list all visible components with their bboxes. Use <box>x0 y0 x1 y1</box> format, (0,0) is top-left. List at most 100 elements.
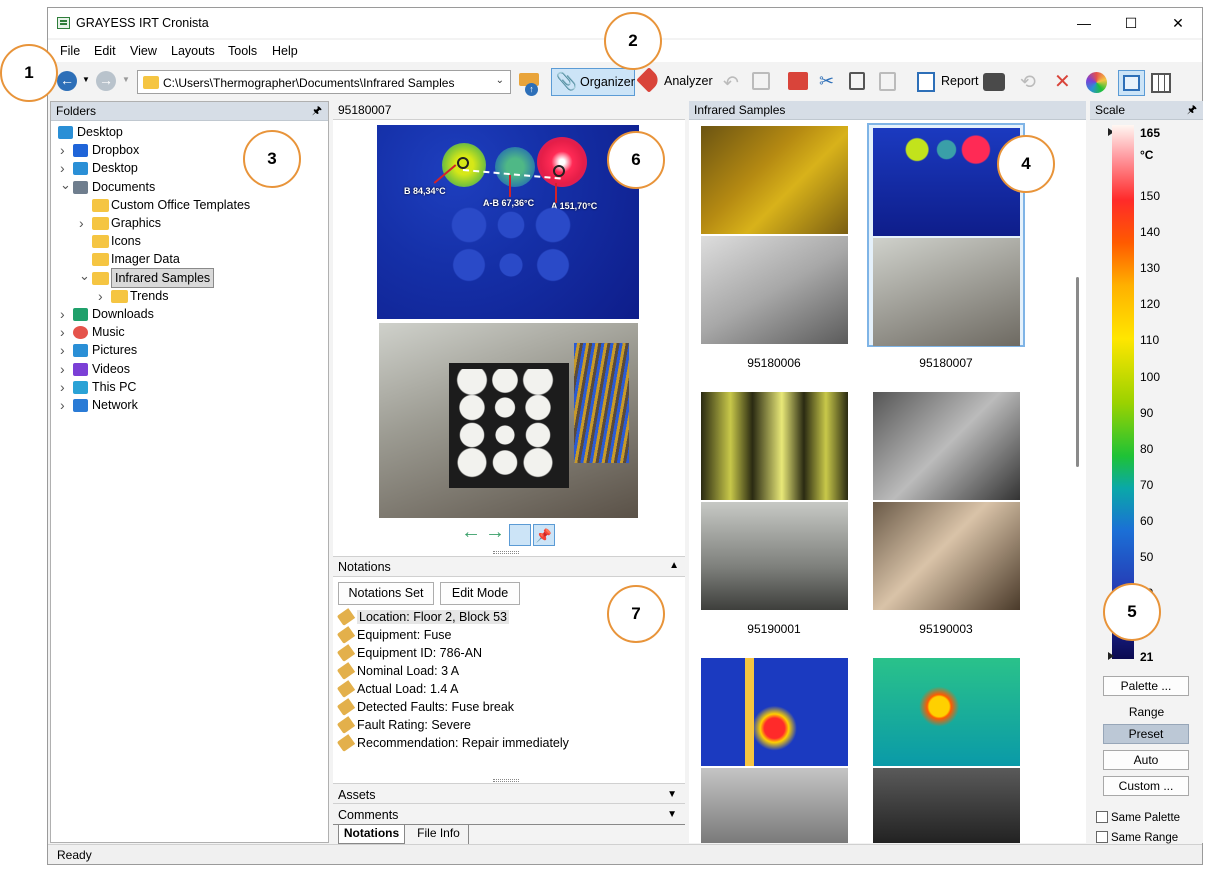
notation-item[interactable]: Equipment: Fuse <box>336 626 452 644</box>
forward-button[interactable]: → <box>96 71 116 91</box>
new-image-icon[interactable] <box>788 72 808 90</box>
menu-layouts[interactable]: Layouts <box>171 44 215 58</box>
save-icon[interactable] <box>752 72 770 90</box>
next-image-icon[interactable]: → <box>485 521 505 544</box>
copy-icon[interactable] <box>849 72 865 90</box>
auto-button[interactable]: Auto <box>1103 750 1189 770</box>
notation-item[interactable]: Equipment ID: 786-AN <box>336 644 482 662</box>
thumb-photo-5[interactable] <box>701 768 848 843</box>
tree-item-graphics[interactable]: › Graphics <box>51 214 321 232</box>
organizer-button[interactable]: 📎 Organizer <box>551 68 635 96</box>
menu-view[interactable]: View <box>130 44 157 58</box>
path-field[interactable]: C:\Users\Thermographer\Documents\Infrare… <box>137 70 511 94</box>
menu-help[interactable]: Help <box>272 44 298 58</box>
chevron-right-icon[interactable]: › <box>79 214 84 232</box>
close-button[interactable]: ✕ <box>1158 12 1198 34</box>
pin-icon[interactable]: 🖈 <box>312 102 322 121</box>
collapse-up-icon[interactable]: ▲ <box>669 560 679 571</box>
same-range-checkbox[interactable]: Same Range <box>1096 831 1178 844</box>
menu-edit[interactable]: Edit <box>94 44 116 58</box>
preset-button[interactable]: Preset <box>1103 724 1189 744</box>
comments-section[interactable]: Comments ▼ <box>333 803 685 825</box>
print-icon[interactable] <box>983 73 1005 91</box>
pin-icon[interactable]: 🖈 <box>1187 101 1197 120</box>
report-button[interactable]: Report <box>915 68 979 96</box>
chevron-down-icon[interactable]: ⌄ <box>79 267 90 285</box>
tree-item-custom-office-templates[interactable]: Custom Office Templates <box>51 196 321 214</box>
assets-section[interactable]: Assets ▼ <box>333 783 685 805</box>
tree-item-downloads[interactable]: › Downloads <box>51 305 321 323</box>
custom-button[interactable]: Custom ... <box>1103 776 1189 796</box>
notation-item[interactable]: Actual Load: 1.4 A <box>336 680 458 698</box>
tree-item-trends[interactable]: › Trends <box>51 287 321 305</box>
tree-item-infrared-samples[interactable]: ⌄ Infrared Samples <box>51 267 321 288</box>
chevron-right-icon[interactable]: › <box>60 341 65 359</box>
tree-item-this-pc[interactable]: › This PC <box>51 378 321 396</box>
notations-set-button[interactable]: Notations Set <box>338 582 434 605</box>
gallery-scrollbar[interactable] <box>1076 277 1079 467</box>
chevron-down-icon[interactable]: ⌄ <box>496 75 504 86</box>
cursor-b-icon[interactable] <box>457 157 469 169</box>
thumb-ir-95180007[interactable] <box>873 128 1020 236</box>
thumb-ir-95190003[interactable] <box>873 392 1020 500</box>
notation-item[interactable]: Location: Floor 2, Block 53 <box>336 608 509 626</box>
cursor-a-icon[interactable] <box>553 165 565 177</box>
forward-dropdown-icon[interactable]: ▼ <box>122 75 130 84</box>
thumb-photo-6[interactable] <box>873 768 1020 843</box>
graph-icon[interactable]: ✕ <box>1054 69 1071 94</box>
palette-icon[interactable] <box>1086 72 1107 93</box>
min-marker-icon[interactable] <box>1108 652 1114 660</box>
splitter-handle-2[interactable] <box>493 779 519 782</box>
chevron-right-icon[interactable]: › <box>60 305 65 323</box>
thumb-ir-5[interactable] <box>701 658 848 766</box>
thumb-photo-95180007[interactable] <box>873 238 1020 346</box>
tree-item-icons[interactable]: Icons <box>51 232 321 250</box>
tree-item-videos[interactable]: › Videos <box>51 360 321 378</box>
tree-item-network[interactable]: › Network <box>51 396 321 414</box>
thumb-photo-95180006[interactable] <box>701 236 848 344</box>
menu-file[interactable]: File <box>60 44 80 58</box>
chevron-down-icon[interactable]: ▼ <box>667 804 677 826</box>
same-palette-checkbox[interactable]: Same Palette <box>1096 811 1180 824</box>
cut-icon[interactable]: ✂ <box>819 71 834 92</box>
palette-button[interactable]: Palette ... <box>1103 676 1189 696</box>
paste-icon[interactable] <box>879 72 896 91</box>
notation-item[interactable]: Nominal Load: 3 A <box>336 662 459 680</box>
tab-notations[interactable]: Notations <box>338 825 405 844</box>
tab-file-info[interactable]: File Info <box>409 825 469 844</box>
thumb-ir-95190001[interactable] <box>701 392 848 500</box>
tree-item-pictures[interactable]: › Pictures <box>51 341 321 359</box>
thermal-image[interactable]: B 84,34°C A-B 67,36°C A 151,70°C <box>377 125 639 319</box>
chevron-right-icon[interactable]: › <box>60 396 65 414</box>
back-dropdown-icon[interactable]: ▼ <box>82 75 90 84</box>
rotate-icon[interactable]: ⟲ <box>1020 71 1036 94</box>
chevron-right-icon[interactable]: › <box>60 360 65 378</box>
chevron-right-icon[interactable]: › <box>60 323 65 341</box>
menu-tools[interactable]: Tools <box>228 44 257 58</box>
undo-icon[interactable]: ↶ <box>723 72 739 95</box>
chevron-right-icon[interactable]: › <box>60 141 65 159</box>
minimize-button[interactable]: — <box>1064 12 1104 34</box>
visual-image[interactable] <box>379 323 638 518</box>
edit-mode-button[interactable]: Edit Mode <box>440 582 520 605</box>
checkbox-box[interactable] <box>1096 811 1108 823</box>
chevron-down-icon[interactable]: ⌄ <box>60 176 71 194</box>
open-folder-button[interactable]: ↑ <box>519 71 541 96</box>
notation-item[interactable]: Recommendation: Repair immediately <box>336 734 569 752</box>
maximize-button[interactable]: ☐ <box>1111 12 1151 34</box>
thumb-ir-6[interactable] <box>873 658 1020 766</box>
image-view-button[interactable] <box>1118 70 1145 96</box>
tree-item-imager-data[interactable]: Imager Data <box>51 250 321 268</box>
thumb-photo-95190001[interactable] <box>701 502 848 610</box>
splitter-handle[interactable] <box>493 551 519 554</box>
pin-image-button[interactable]: 📌 <box>533 524 555 546</box>
back-button[interactable]: ← <box>57 71 77 91</box>
chevron-right-icon[interactable]: › <box>98 287 103 305</box>
thumb-ir-95180006[interactable] <box>701 126 848 234</box>
checkbox-box[interactable] <box>1096 831 1108 843</box>
notation-item[interactable]: Detected Faults: Fuse break <box>336 698 514 716</box>
prev-image-icon[interactable]: ← <box>461 521 481 544</box>
chevron-right-icon[interactable]: › <box>60 378 65 396</box>
notation-item[interactable]: Fault Rating: Severe <box>336 716 471 734</box>
grid-view-icon[interactable] <box>1151 73 1171 93</box>
